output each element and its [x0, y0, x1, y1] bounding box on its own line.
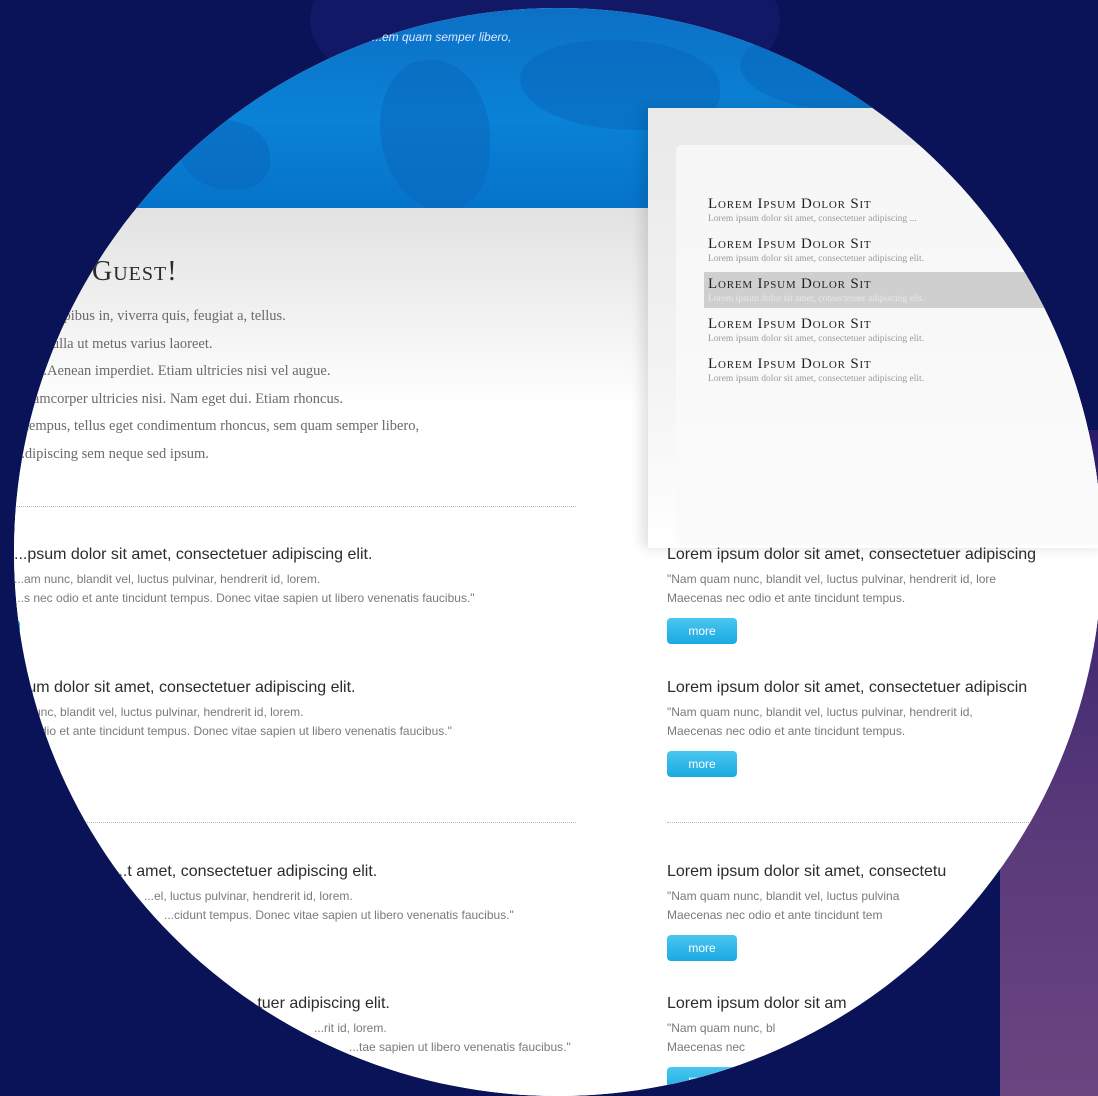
sidebar-item-title: Lorem Ipsum Dolor Sit: [708, 276, 872, 292]
article-title[interactable]: Lorem ipsum dolor sit amet, consectetu: [667, 863, 946, 881]
article-excerpt-line: "Nam quam nunc, blandit vel, luctus pulv…: [667, 705, 973, 719]
article-excerpt-line: ...tae sapien ut libero venenatis faucib…: [349, 1040, 571, 1054]
article-excerpt-line: ...el, luctus pulvinar, hendrerit id, lo…: [144, 889, 353, 903]
article-excerpt: ... nunc, blandit vel, luctus pulvinar, …: [14, 703, 452, 741]
article-right: Lorem ipsum dolor sit amet, consectetuer…: [667, 679, 1027, 777]
article-title[interactable]: Lorem ipsum dolor sit am: [667, 995, 847, 1013]
divider: [667, 822, 1097, 823]
sidebar-item-subtitle: Lorem ipsum dolor sit amet, consectetuer…: [708, 214, 917, 224]
sidebar-item-active[interactable]: Lorem Ipsum Dolor Sit Lorem ipsum dolor …: [704, 272, 1098, 308]
article-title[interactable]: ...psum dolor sit amet, consectetuer adi…: [14, 546, 475, 564]
sidebar-item-title: Lorem Ipsum Dolor Sit: [708, 236, 872, 252]
article-left: ...t amet, consectetuer adipiscing elit.…: [14, 863, 514, 925]
article-excerpt-line: Maecenas nec odio et ante tincidunt temp…: [667, 591, 906, 605]
welcome-line: ...rra nulla ut metus varius laoreet.: [14, 335, 213, 352]
more-button[interactable]: [14, 620, 20, 646]
article-excerpt-line: Maecenas nec: [667, 1040, 746, 1054]
article-excerpt-line: Maecenas nec odio et ante tincidunt tem: [667, 908, 883, 922]
map-continent: [740, 30, 920, 110]
welcome-line: ...llamcorper ultricies nisi. Nam eget d…: [14, 390, 343, 407]
article-title[interactable]: ...t amet, consectetuer adipiscing elit.: [14, 863, 514, 881]
sidebar-item[interactable]: Lorem Ipsum Dolor Sit Lorem ipsum dolor …: [708, 196, 1098, 224]
more-button[interactable]: more: [667, 618, 737, 644]
article-excerpt-line: ...am nunc, blandit vel, luctus pulvinar…: [14, 572, 321, 586]
article-excerpt: "Nam quam nunc, blandit vel, luctus pulv…: [667, 570, 1036, 608]
more-button[interactable]: more: [667, 935, 737, 961]
sidebar-item-subtitle: Lorem ipsum dolor sit amet, consectetuer…: [708, 254, 925, 264]
article-right: Lorem ipsum dolor sit amet, consectetuer…: [667, 546, 1036, 644]
article-excerpt-line: ...s nec odio et ante tincidunt tempus. …: [14, 591, 475, 605]
magnifier-lens: Guest! ...nte, dapibus in, viverra quis,…: [14, 8, 1098, 1096]
article-excerpt: "Nam quam nunc, bl Maecenas nec: [667, 1019, 847, 1057]
article-title[interactable]: Lorem ipsum dolor sit amet, consectetuer…: [667, 546, 1036, 564]
sidebar-item-subtitle: Lorem ipsum dolor sit amet, consectetuer…: [708, 334, 925, 344]
article-left: ...tuer adipiscing elit. ...rit id, lore…: [14, 995, 571, 1057]
article-right: Lorem ipsum dolor sit am "Nam quam nunc,…: [667, 995, 847, 1093]
sidebar-item-subtitle: Lorem ipsum dolor sit amet, consectetuer…: [708, 374, 925, 384]
article-right: Lorem ipsum dolor sit amet, consectetu "…: [667, 863, 946, 961]
article-excerpt: "Nam quam nunc, blandit vel, luctus pulv…: [667, 703, 1027, 741]
article-title[interactable]: ...um dolor sit amet, consectetuer adipi…: [14, 679, 452, 697]
article-excerpt-line: "Nam quam nunc, blandit vel, luctus pulv…: [667, 889, 900, 903]
sidebar-item-subtitle: Lorem ipsum dolor sit amet, consectetuer…: [708, 294, 925, 304]
welcome-title: Guest!: [92, 256, 178, 287]
article-excerpt-line: ...c odio et ante tincidunt tempus. Done…: [14, 724, 452, 738]
article-title[interactable]: ...tuer adipiscing elit.: [14, 995, 571, 1013]
map-continent: [180, 120, 270, 190]
sidebar-item[interactable]: Lorem Ipsum Dolor Sit Lorem ipsum dolor …: [708, 316, 1098, 344]
article-left: ...um dolor sit amet, consectetuer adipi…: [14, 679, 452, 741]
article-excerpt-line: "Nam quam nunc, bl: [667, 1021, 776, 1035]
article-excerpt-line: "Nam quam nunc, blandit vel, luctus pulv…: [667, 572, 997, 586]
article-excerpt: ...am nunc, blandit vel, luctus pulvinar…: [14, 570, 475, 608]
article-excerpt: ...rit id, lorem. ...tae sapien ut liber…: [14, 1019, 571, 1057]
sidebar-item-title: Lorem Ipsum Dolor Sit: [708, 316, 872, 332]
more-button[interactable]: more: [667, 751, 737, 777]
welcome-line: ...nte, dapibus in, viverra quis, feugia…: [14, 308, 286, 324]
article-title[interactable]: Lorem ipsum dolor sit amet, consectetuer…: [667, 679, 1027, 697]
divider: [14, 506, 576, 507]
article-excerpt-line: ...rit id, lorem.: [314, 1021, 387, 1035]
article-excerpt-line: ... nunc, blandit vel, luctus pulvinar, …: [14, 705, 304, 719]
sidebar-item[interactable]: Lorem Ipsum Dolor Sit Lorem ipsum dolor …: [708, 236, 1098, 264]
welcome-line: ...tempus, tellus eget condimentum rhonc…: [14, 418, 420, 434]
article-excerpt: ...el, luctus pulvinar, hendrerit id, lo…: [14, 887, 514, 925]
article-excerpt-line: ...cidunt tempus. Donec vitae sapien ut …: [164, 908, 514, 922]
welcome-text: ...nte, dapibus in, viverra quis, feugia…: [14, 303, 574, 468]
article-excerpt-line: Maecenas nec odio et ante tincidunt temp…: [667, 724, 906, 738]
sidebar-item-title: Lorem Ipsum Dolor Sit: [708, 196, 872, 212]
article-left: ...psum dolor sit amet, consectetuer adi…: [14, 546, 475, 608]
more-button[interactable]: more: [667, 1067, 737, 1093]
welcome-line: ...um.Aenean imperdiet. Etiam ultricies …: [14, 363, 331, 379]
sidebar-item[interactable]: Lorem Ipsum Dolor Sit Lorem ipsum dolor …: [708, 356, 1098, 384]
welcome-line: ...dipiscing sem neque sed ipsum.: [14, 445, 209, 462]
sidebar-item-title: Lorem Ipsum Dolor Sit: [708, 356, 872, 372]
article-excerpt: "Nam quam nunc, blandit vel, luctus pulv…: [667, 887, 946, 925]
map-continent: [380, 60, 490, 210]
banner-tagline: ...em quam semper libero,: [372, 30, 512, 44]
divider: [14, 822, 576, 823]
